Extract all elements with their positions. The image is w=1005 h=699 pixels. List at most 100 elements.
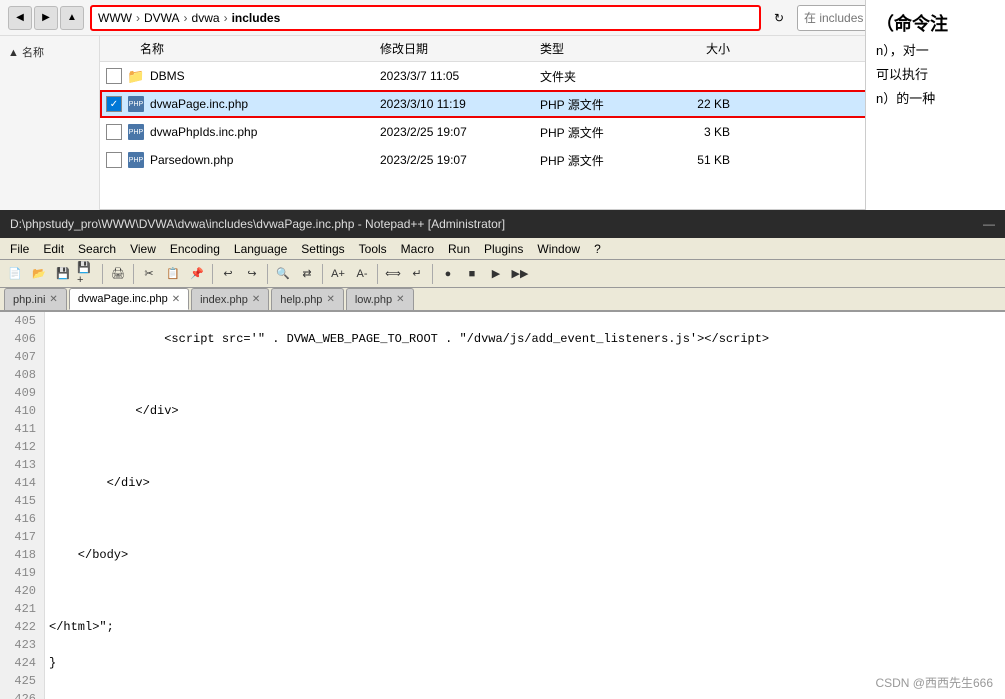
- code-line: </div>: [49, 402, 1001, 420]
- menu-macro[interactable]: Macro: [395, 240, 440, 258]
- file-name: Parsedown.php: [150, 153, 233, 167]
- toolbar-sep5: [322, 264, 323, 284]
- address-sep2: ›: [184, 11, 188, 25]
- menu-tools[interactable]: Tools: [353, 240, 393, 258]
- file-type: PHP 源文件: [540, 124, 660, 141]
- address-sep1: ›: [136, 11, 140, 25]
- code-line: </html>";: [49, 618, 1001, 636]
- main-content: ▲ 名称 名称 修改日期 类型 大小 📁 DBMS 2023/3/7: [0, 36, 1005, 210]
- file-checkbox[interactable]: [106, 152, 122, 168]
- save-btn[interactable]: 💾: [52, 263, 74, 285]
- up-button[interactable]: ▲: [60, 6, 84, 30]
- file-name-col: 📁 DBMS: [100, 68, 380, 84]
- address-dvwa2: dvwa: [192, 11, 220, 25]
- zoom-out-btn[interactable]: A-: [351, 263, 373, 285]
- php-file-icon: PHP: [128, 124, 144, 140]
- menu-view[interactable]: View: [124, 240, 162, 258]
- save-all-btn[interactable]: 💾+: [76, 263, 98, 285]
- editor-menubar: File Edit Search View Encoding Language …: [0, 238, 1005, 260]
- file-date: 2023/2/25 19:07: [380, 125, 540, 139]
- file-type: PHP 源文件: [540, 152, 660, 169]
- right-panel: （命令注 n），对一可以执行n）的一种: [865, 0, 1005, 210]
- toolbar-sep3: [212, 264, 213, 284]
- sync-scroll-btn[interactable]: ⟺: [382, 263, 404, 285]
- address-bar[interactable]: WWW › DVWA › dvwa › includes: [90, 5, 761, 31]
- wrap-btn[interactable]: ↵: [406, 263, 428, 285]
- tab-close-icon[interactable]: ✕: [49, 294, 57, 305]
- menu-settings[interactable]: Settings: [295, 240, 350, 258]
- menu-edit[interactable]: Edit: [37, 240, 70, 258]
- php-file-icon: PHP: [128, 152, 144, 168]
- left-nav-item[interactable]: ▲ 名称: [0, 40, 99, 64]
- tab-close-icon[interactable]: ✕: [396, 294, 404, 305]
- left-nav: ▲ 名称: [0, 36, 100, 210]
- menu-language[interactable]: Language: [228, 240, 293, 258]
- editor-toolbar: 📄 📂 💾 💾+ 🖨 ✂ 📋 📌 ↩ ↪ 🔍 ⇄ A+ A- ⟺ ↵ ● ■ ▶…: [0, 260, 1005, 288]
- run-btn[interactable]: ▶▶: [509, 263, 531, 285]
- find-btn[interactable]: 🔍: [272, 263, 294, 285]
- toolbar-sep4: [267, 264, 268, 284]
- paste-btn[interactable]: 📌: [186, 263, 208, 285]
- line-numbers: 405 406 407 408 409 410 411 412 413 414 …: [0, 312, 45, 699]
- zoom-in-btn[interactable]: A+: [327, 263, 349, 285]
- copy-btn[interactable]: 📋: [162, 263, 184, 285]
- menu-search[interactable]: Search: [72, 240, 122, 258]
- file-name-col: ✓ PHP dvwaPage.inc.php: [100, 96, 380, 112]
- tab-label: dvwaPage.inc.php: [78, 293, 168, 305]
- file-checkbox[interactable]: ✓: [106, 96, 122, 112]
- tab-label: php.ini: [13, 294, 45, 306]
- code-line: [49, 438, 1001, 456]
- macro-stop-btn[interactable]: ■: [461, 263, 483, 285]
- new-btn[interactable]: 📄: [4, 263, 26, 285]
- tab-index[interactable]: index.php ✕: [191, 288, 269, 310]
- editor-content: 405 406 407 408 409 410 411 412 413 414 …: [0, 312, 1005, 699]
- file-checkbox[interactable]: [106, 68, 122, 84]
- tab-phpini[interactable]: php.ini ✕: [4, 288, 67, 310]
- file-name: dvwaPhpIds.inc.php: [150, 125, 257, 139]
- editor-title: D:\phpstudy_pro\WWW\DVWA\dvwa\includes\d…: [10, 217, 505, 231]
- macro-rec-btn[interactable]: ●: [437, 263, 459, 285]
- editor-titlebar: D:\phpstudy_pro\WWW\DVWA\dvwa\includes\d…: [0, 210, 1005, 238]
- file-date: 2023/3/7 11:05: [380, 69, 540, 83]
- refresh-button[interactable]: ↻: [767, 6, 791, 30]
- file-checkbox[interactable]: [106, 124, 122, 140]
- notepad-editor: D:\phpstudy_pro\WWW\DVWA\dvwa\includes\d…: [0, 210, 1005, 699]
- tab-close-icon[interactable]: ✕: [326, 294, 334, 305]
- menu-file[interactable]: File: [4, 240, 35, 258]
- tab-dvwapage[interactable]: dvwaPage.inc.php ✕: [69, 288, 189, 310]
- toolbar-sep7: [432, 264, 433, 284]
- php-file-icon: PHP: [128, 96, 144, 112]
- menu-encoding[interactable]: Encoding: [164, 240, 226, 258]
- tab-close-icon[interactable]: ✕: [252, 294, 260, 305]
- menu-plugins[interactable]: Plugins: [478, 240, 529, 258]
- minimize-button[interactable]: —: [983, 217, 995, 231]
- print-btn[interactable]: 🖨: [107, 263, 129, 285]
- tab-help[interactable]: help.php ✕: [271, 288, 344, 310]
- undo-btn[interactable]: ↩: [217, 263, 239, 285]
- file-size: 51 KB: [660, 153, 740, 167]
- watermark: CSDN @西西先生666: [875, 674, 993, 691]
- cut-btn[interactable]: ✂: [138, 263, 160, 285]
- tab-low[interactable]: low.php ✕: [346, 288, 414, 310]
- menu-run[interactable]: Run: [442, 240, 476, 258]
- file-explorer: ◀ ▶ ▲ WWW › DVWA › dvwa › includes ↻ 🔍 ▲…: [0, 0, 1005, 210]
- nav-buttons: ◀ ▶ ▲: [8, 6, 84, 30]
- col-header-size: 大小: [660, 40, 740, 57]
- open-btn[interactable]: 📂: [28, 263, 50, 285]
- address-www: WWW: [98, 11, 132, 25]
- menu-help[interactable]: ?: [588, 240, 607, 258]
- replace-btn[interactable]: ⇄: [296, 263, 318, 285]
- forward-button[interactable]: ▶: [34, 6, 58, 30]
- tab-close-icon[interactable]: ✕: [172, 294, 180, 305]
- menu-window[interactable]: Window: [531, 240, 586, 258]
- address-sep3: ›: [224, 11, 228, 25]
- back-button[interactable]: ◀: [8, 6, 32, 30]
- file-name: DBMS: [150, 69, 185, 83]
- code-content[interactable]: <script src='" . DVWA_WEB_PAGE_TO_ROOT .…: [45, 312, 1005, 699]
- redo-btn[interactable]: ↪: [241, 263, 263, 285]
- file-name-col: PHP dvwaPhpIds.inc.php: [100, 124, 380, 140]
- macro-play-btn[interactable]: ▶: [485, 263, 507, 285]
- tab-label: index.php: [200, 294, 248, 306]
- address-dvwa1: DVWA: [144, 11, 180, 25]
- col-header-name: 名称: [100, 40, 380, 57]
